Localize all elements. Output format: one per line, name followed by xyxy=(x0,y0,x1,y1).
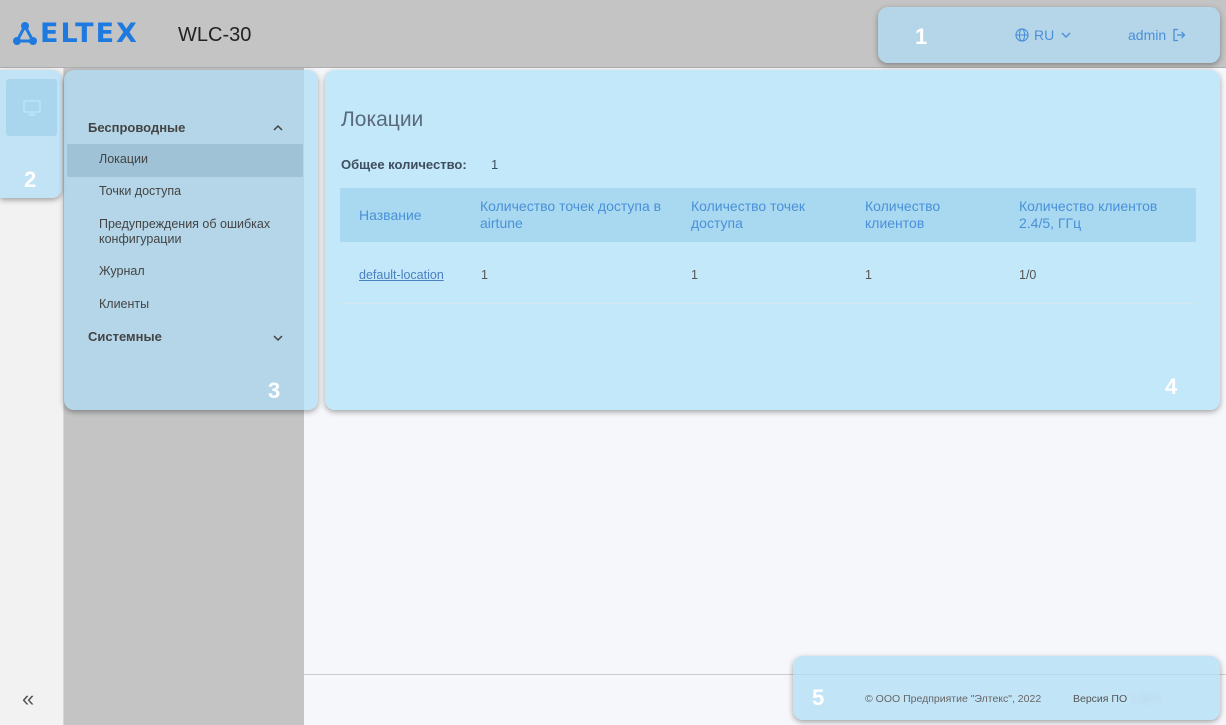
column-header-clients[interactable]: Количество клиентов xyxy=(865,198,975,232)
eltex-logo[interactable]: ELTEX xyxy=(12,18,139,49)
logout-icon xyxy=(1173,28,1186,42)
table-cell: 1 xyxy=(691,268,698,282)
callout-number: 5 xyxy=(812,685,825,710)
language-label: RU xyxy=(1034,27,1055,43)
callout-number: 3 xyxy=(268,378,281,403)
table-row-divider xyxy=(340,303,1196,304)
version-label: Версия ПО xyxy=(1073,693,1128,705)
sidebar-item-access-points[interactable]: Точки доступа xyxy=(99,184,181,199)
callout-2-highlight: 2 xyxy=(0,70,62,198)
total-count-value: 1 xyxy=(491,157,499,172)
sidebar-group-system[interactable]: Системные xyxy=(88,329,162,344)
table-cell: 1 xyxy=(481,268,488,282)
page-title: Локации xyxy=(341,108,424,131)
globe-icon xyxy=(1015,28,1029,42)
eltex-logo-icon xyxy=(12,21,38,47)
user-logout-button[interactable]: admin xyxy=(1128,27,1186,43)
table-cell: 1/0 xyxy=(1019,268,1037,282)
product-name: WLC-30 xyxy=(178,24,252,46)
sidebar-item-config-warnings[interactable]: Предупреждения об ошибках конфигурации xyxy=(99,217,289,247)
chevron-up-icon[interactable] xyxy=(272,122,284,134)
username-label: admin xyxy=(1128,27,1167,43)
column-header-name[interactable]: Название xyxy=(359,207,422,224)
column-header-airtune-aps[interactable]: Количество точек доступа в airtune xyxy=(480,198,670,232)
sidebar-item-clients[interactable]: Клиенты xyxy=(99,297,149,312)
copyright-text: © ООО Предприятие "Элтекс", 2022 xyxy=(865,693,1042,705)
logo-text: ELTEX xyxy=(40,18,139,49)
table-cell: 1 xyxy=(865,268,872,282)
chevron-down-icon[interactable] xyxy=(272,332,284,344)
callout-number: 1 xyxy=(915,24,928,49)
chevron-down-icon xyxy=(1061,32,1071,38)
sidebar-group-wireless[interactable]: Беспроводные xyxy=(88,120,185,135)
callout-number: 4 xyxy=(1165,374,1178,399)
location-link[interactable]: default-location xyxy=(359,268,444,282)
column-header-clients-band[interactable]: Количество клиентов 2.4/5, ГГц xyxy=(1019,198,1179,232)
version-value: 1.30.0 xyxy=(1131,693,1161,705)
sidebar-item-locations[interactable]: Локации xyxy=(99,152,148,167)
sidebar-item-journal[interactable]: Журнал xyxy=(99,264,145,279)
callout-number: 2 xyxy=(24,167,37,192)
collapse-sidebar-button[interactable]: « xyxy=(22,686,34,712)
column-header-aps[interactable]: Количество точек доступа xyxy=(691,198,831,232)
language-selector[interactable]: RU xyxy=(1015,27,1078,43)
total-count-label: Общее количество: xyxy=(341,157,467,172)
callout-5-highlight: 5 xyxy=(793,656,1220,720)
